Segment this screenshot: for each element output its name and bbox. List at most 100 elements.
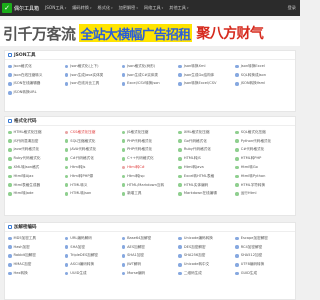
tool-icon [121, 245, 126, 249]
nav-item-encoding[interactable]: 编码转换▾ [72, 5, 91, 11]
tool-link[interactable]: Html转Ajax [8, 172, 65, 181]
tool-link[interactable]: Html转Jsp [121, 172, 179, 181]
tool-link[interactable]: Json生成Go结构体 [178, 71, 235, 80]
tool-link[interactable]: Hash加密 [8, 243, 65, 252]
tool-link[interactable]: Ruby代码格式化 [8, 154, 65, 163]
tool-link[interactable]: Json转换Excel [235, 62, 292, 71]
tool-link[interactable]: URL编码解码 [64, 234, 122, 243]
nav-item-network[interactable]: 网络工具▾ [144, 5, 163, 11]
tool-link[interactable]: CSS格式化压缩 [64, 128, 122, 137]
tool-icon [8, 64, 12, 69]
site-logo[interactable]: ✓ 偶尔工具箱 [2, 2, 39, 14]
tool-icon [64, 174, 69, 179]
tool-link[interactable]: HTML格式化压缩 [8, 128, 65, 137]
tool-link[interactable]: 运行Html [235, 190, 292, 199]
tool-link[interactable]: Json格式化(上下) [64, 62, 122, 71]
tool-link[interactable]: PHP代码格式化 [121, 137, 179, 146]
tool-link[interactable]: Markdown在线编辑 [178, 190, 235, 199]
tool-link[interactable]: HMAC加密 [8, 260, 65, 269]
tool-link[interactable]: Html转C# [121, 163, 179, 172]
tool-link[interactable]: HTML字符转换 [235, 181, 292, 190]
tool-link[interactable]: C#代码格式化 [235, 146, 292, 155]
tool-link[interactable]: Html转Js [64, 163, 122, 172]
tool-link[interactable]: Ruby代码格式化 [178, 146, 235, 155]
tool-link[interactable]: GUID生成 [235, 269, 292, 278]
tool-link[interactable]: JSON转换Yaml [235, 80, 292, 89]
tool-link[interactable]: Escape加密解密 [235, 234, 292, 243]
tool-link[interactable]: Html表格生成器 [8, 181, 65, 190]
tool-label: Morse编码 [127, 271, 146, 276]
tool-link[interactable]: Json在线对比工具 [64, 80, 122, 89]
tool-link[interactable]: Json生成C#实体类 [121, 71, 179, 80]
tool-link[interactable]: MD5加密工具 [8, 234, 65, 243]
tool-link[interactable]: HTML转义 [64, 181, 122, 190]
tool-link[interactable]: RC4加密解密 [235, 243, 292, 252]
tool-link[interactable]: SQL压缩格式化 [64, 137, 122, 146]
tool-grid: HTML格式化压缩 CSS格式化压缩 JS格式化压缩 XML格式化压缩 SQL格式化压缩… [5, 126, 295, 198]
tool-link[interactable]: UTF8编码转换 [235, 260, 292, 269]
tool-link[interactable]: Html转Java [178, 163, 235, 172]
tool-link[interactable]: SQL转换成Json [235, 71, 292, 80]
tool-link[interactable]: Java代码格式化 [8, 146, 65, 155]
tool-link[interactable]: Morse编码 [121, 269, 179, 278]
tool-link[interactable]: JS格式化压缩 [121, 128, 179, 137]
tool-link[interactable]: SHA256加密 [178, 252, 235, 261]
tool-link[interactable]: XML格式化压缩 [178, 128, 235, 137]
tool-link[interactable]: Go代码格式化 [178, 137, 235, 146]
tool-link[interactable]: Html转Go [235, 163, 292, 172]
nav-item-other[interactable]: 其他工具▾ [169, 5, 188, 11]
tool-link[interactable]: UUID生成 [64, 269, 122, 278]
tool-label: Json转换Xml [183, 63, 206, 68]
tool-link[interactable]: Json在线压缩转义 [8, 71, 65, 80]
tool-link[interactable]: Html转Python [235, 172, 292, 181]
tool-link[interactable]: ASCII编码转换 [64, 260, 122, 269]
chevron-down-icon: ▾ [64, 6, 67, 10]
tool-link[interactable]: Python代码格式化 [235, 137, 292, 146]
tool-link[interactable]: SHA1加密 [121, 252, 179, 261]
tool-link[interactable]: HTML转JS [178, 154, 235, 163]
tool-link[interactable]: Hex转换 [8, 269, 65, 278]
tool-link[interactable]: Excel转HTML表格 [178, 172, 235, 181]
ad-banner[interactable]: 引千万客流 全站大横幅广告招租 13988882222 聚八方财气 [0, 20, 300, 46]
login-link[interactable]: 登录 [288, 5, 296, 11]
tool-link[interactable]: HTML转Json [64, 190, 122, 199]
tool-link[interactable]: Unicode转中文 [178, 260, 235, 269]
nav-item-format[interactable]: 格式化▾ [98, 5, 113, 11]
tool-link[interactable]: C++代码格式化 [121, 154, 179, 163]
tool-link[interactable]: JSON转换URL [8, 88, 65, 97]
tool-link[interactable]: Json格式化(树形) [121, 62, 179, 71]
tool-link[interactable]: Html转PHP源 [64, 172, 122, 181]
tool-link[interactable]: Base64加解密 [121, 234, 179, 243]
tool-link[interactable]: HTML实体编码 [178, 181, 235, 190]
tool-link[interactable]: JS代码混淆加密 [8, 137, 65, 146]
tool-label: Html转Java [183, 165, 204, 170]
tool-link[interactable]: Json转换Excel/CSV [178, 80, 235, 89]
tool-link[interactable]: JWT解码 [121, 260, 179, 269]
tool-link[interactable]: AES加解密 [121, 243, 179, 252]
tool-link[interactable]: JSON在线编辑器 [8, 80, 65, 89]
tool-link[interactable]: Html转Jade [8, 190, 65, 199]
tool-label: Unicode转中文 [183, 262, 210, 267]
tool-link[interactable]: SQL格式化压缩 [235, 128, 292, 137]
tool-link[interactable]: PHP代码格式化 [121, 146, 179, 155]
tool-link[interactable]: 二维码生成 [178, 269, 235, 278]
chevron-down-icon: ▾ [161, 6, 164, 10]
tool-link[interactable]: JAVA代码格式化 [64, 146, 122, 155]
tool-link[interactable]: Excel/CSV转换Json [121, 80, 179, 89]
tool-link[interactable]: Json格式化 [8, 62, 65, 71]
tool-link[interactable]: 新增工具 [121, 190, 179, 199]
tool-link[interactable]: Json生成Java实体类 [64, 71, 122, 80]
tool-link[interactable]: Unicode编码转换 [178, 234, 235, 243]
tool-link[interactable]: SHA512加密 [235, 252, 292, 261]
tool-link[interactable]: Rabbit加解密 [8, 252, 65, 261]
tool-link[interactable]: HTML转PHP [235, 154, 292, 163]
tool-link[interactable]: HTML/Markdown互转 [121, 181, 179, 190]
tool-link[interactable]: TripleDES加解密 [64, 252, 122, 261]
tool-link[interactable]: DES加密解密 [178, 243, 235, 252]
tool-link[interactable]: C#代码格式化 [64, 154, 122, 163]
tool-link[interactable]: SHA加密 [64, 243, 122, 252]
nav-item-json[interactable]: JSON工具▾ [45, 5, 66, 11]
tool-link[interactable]: XML转Json格式 [8, 163, 65, 172]
nav-item-crypto[interactable]: 加密解密▾ [119, 5, 138, 11]
tool-link[interactable]: Json转换Xml [178, 62, 235, 71]
